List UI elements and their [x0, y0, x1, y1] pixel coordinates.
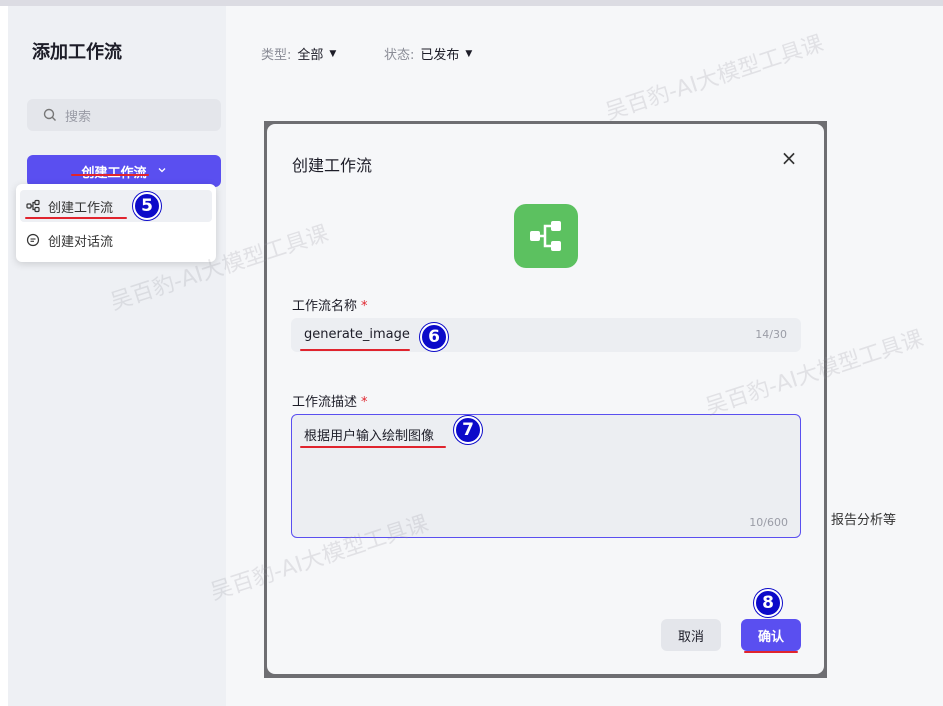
- confirm-button-underline: [744, 651, 798, 653]
- step-badge-7: 7: [454, 416, 482, 444]
- required-mark: *: [361, 395, 368, 410]
- create-workflow-dialog: 创建工作流 × 工作流名称 * generate_image 14/30 工作流描…: [267, 124, 824, 674]
- workflow-description-textarea[interactable]: 根据用户输入绘制图像 10/600: [291, 414, 801, 538]
- workflow-icon: [26, 199, 40, 213]
- status-filter-value: 已发布: [420, 48, 460, 63]
- workflow-desc-value: 根据用户输入绘制图像: [304, 429, 435, 444]
- search-placeholder: 搜索: [65, 109, 92, 125]
- workflow-name-input[interactable]: generate_image 14/30: [291, 318, 801, 352]
- confirm-button[interactable]: 确认: [741, 619, 801, 651]
- caret-down-icon: ▼: [329, 48, 337, 59]
- create-dropdown-menu: 创建工作流 创建对话流: [16, 184, 216, 262]
- workflow-desc-label: 工作流描述 *: [292, 395, 368, 410]
- menu-item-label: 创建工作流: [48, 200, 114, 216]
- name-value-underline: [300, 349, 410, 351]
- workflow-name-value: generate_image: [304, 327, 410, 342]
- chat-icon: [26, 233, 40, 247]
- search-input[interactable]: 搜索: [27, 99, 221, 131]
- type-filter[interactable]: 类型: 全部 ▼: [261, 44, 336, 63]
- sidebar: 添加工作流 搜索 创建工作流: [8, 6, 226, 706]
- caret-down-icon: ▼: [465, 48, 473, 59]
- dialog-title: 创建工作流: [292, 156, 373, 175]
- step-badge-8: 8: [754, 589, 782, 617]
- workflow-app-icon[interactable]: [514, 204, 578, 268]
- type-filter-label: 类型:: [261, 48, 292, 63]
- workflow-name-label: 工作流名称 *: [292, 299, 368, 314]
- desc-value-underline: [300, 446, 446, 448]
- sidebar-title: 添加工作流: [32, 42, 122, 63]
- type-filter-value: 全部: [297, 48, 324, 63]
- menu-item-underline: [25, 217, 127, 219]
- cancel-button[interactable]: 取消: [661, 619, 721, 651]
- status-filter-label: 状态:: [384, 48, 415, 63]
- create-workflow-button-label: 创建工作流: [81, 165, 147, 181]
- name-char-count: 14/30: [755, 328, 787, 341]
- step-badge-5: 5: [133, 192, 161, 220]
- close-icon[interactable]: ×: [779, 148, 799, 168]
- step-badge-6: 6: [420, 323, 448, 351]
- create-workflow-button[interactable]: 创建工作流: [27, 155, 221, 187]
- menu-item-label: 创建对话流: [48, 234, 114, 250]
- menu-item-create-chatflow[interactable]: 创建对话流: [20, 224, 212, 256]
- chevron-down-icon: [157, 164, 167, 179]
- required-mark: *: [361, 299, 368, 314]
- search-icon: [43, 108, 57, 122]
- desc-char-count: 10/600: [749, 516, 788, 529]
- status-filter[interactable]: 状态: 已发布 ▼: [384, 44, 472, 63]
- create-button-underline: [71, 174, 149, 176]
- background-card-text: 报告分析等: [831, 513, 897, 528]
